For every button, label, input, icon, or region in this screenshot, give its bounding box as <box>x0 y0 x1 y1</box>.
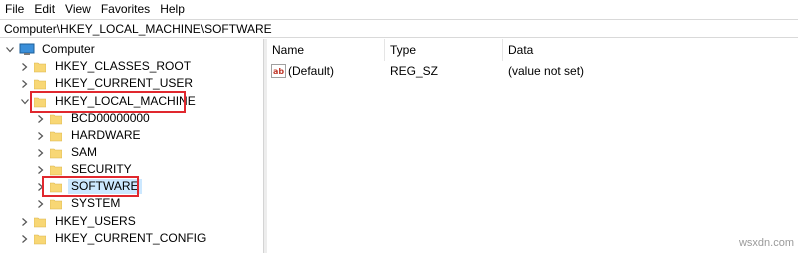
value-type: REG_SZ <box>390 64 439 78</box>
tree-node-system[interactable]: SYSTEM <box>36 195 123 212</box>
tree-node-hkey-classes-root[interactable]: HKEY_CLASSES_ROOT <box>20 58 194 75</box>
folder-icon <box>50 147 62 159</box>
tree-label: HKEY_USERS <box>55 214 136 228</box>
folder-icon <box>34 216 46 228</box>
column-header-name[interactable]: Name <box>267 39 385 61</box>
tree-node-hardware[interactable]: HARDWARE <box>36 127 144 144</box>
menu-favorites[interactable]: Favorites <box>96 0 155 18</box>
chevron-right-icon[interactable] <box>36 144 46 161</box>
chevron-down-icon[interactable] <box>20 93 30 110</box>
folder-icon <box>34 78 46 90</box>
folder-icon <box>50 181 62 193</box>
tree-label: SAM <box>71 145 98 159</box>
tree-node-security[interactable]: SECURITY <box>36 161 135 178</box>
tree-node-hkey-current-config[interactable]: HKEY_CURRENT_CONFIG <box>20 230 209 247</box>
tree-label: BCD00000000 <box>71 111 150 125</box>
tree-label-computer: Computer <box>42 42 95 56</box>
chevron-right-icon[interactable] <box>36 195 46 212</box>
value-row[interactable]: ab (Default) REG_SZ (value not set) <box>267 61 800 81</box>
values-list-pane: Name Type Data ab (Default) REG_SZ (valu… <box>267 39 800 253</box>
tree-node-hkey-users[interactable]: HKEY_USERS <box>20 213 139 230</box>
chevron-right-icon[interactable] <box>20 75 30 92</box>
address-bar[interactable]: Computer\HKEY_LOCAL_MACHINE\SOFTWARE <box>0 19 798 38</box>
tree-node-hkey-current-user[interactable]: HKEY_CURRENT_USER <box>20 75 196 92</box>
tree-pane: Computer HKEY_CLASSES_ROOT HKEY_CURRENT_… <box>0 39 263 253</box>
chevron-right-icon[interactable] <box>36 110 46 127</box>
svg-text:ab: ab <box>273 67 284 76</box>
tree-label: HARDWARE <box>71 128 141 142</box>
chevron-right-icon[interactable] <box>20 58 30 75</box>
menu-view[interactable]: View <box>60 0 96 18</box>
chevron-right-icon[interactable] <box>36 178 46 195</box>
folder-icon <box>50 198 62 210</box>
chevron-right-icon[interactable] <box>36 127 46 144</box>
tree-label: SYSTEM <box>71 196 121 210</box>
tree-node-hkey-local-machine[interactable]: HKEY_LOCAL_MACHINE <box>20 93 199 110</box>
tree-label: HKEY_CLASSES_ROOT <box>55 59 192 73</box>
tree-label: HKEY_CURRENT_CONFIG <box>55 231 207 245</box>
folder-icon <box>34 61 46 73</box>
value-name: (Default) <box>288 64 335 78</box>
column-header-type[interactable]: Type <box>385 39 503 61</box>
value-data: (value not set) <box>508 64 585 78</box>
folder-icon <box>50 164 62 176</box>
tree-node-bcd00000000[interactable]: BCD00000000 <box>36 110 153 127</box>
menu-edit[interactable]: Edit <box>29 0 60 18</box>
menu-bar: File Edit View Favorites Help <box>0 0 800 18</box>
tree-label: HKEY_LOCAL_MACHINE <box>55 94 196 108</box>
tree-label: HKEY_CURRENT_USER <box>55 76 194 90</box>
folder-icon <box>50 113 62 125</box>
string-value-icon: ab <box>271 64 286 84</box>
chevron-right-icon[interactable] <box>36 161 46 178</box>
menu-help[interactable]: Help <box>155 0 190 18</box>
tree-label-selected: SOFTWARE <box>68 179 142 194</box>
folder-open-icon <box>34 96 46 108</box>
tree-label: SECURITY <box>71 162 132 176</box>
folder-icon <box>50 130 62 142</box>
tree-node-software[interactable]: SOFTWARE <box>36 178 142 195</box>
chevron-right-icon[interactable] <box>20 230 30 247</box>
chevron-down-icon[interactable] <box>5 41 15 58</box>
column-header-data[interactable]: Data <box>503 39 800 61</box>
watermark: wsxdn.com <box>738 237 794 249</box>
tree-node-sam[interactable]: SAM <box>36 144 100 161</box>
computer-icon <box>19 43 35 56</box>
chevron-right-icon[interactable] <box>20 213 30 230</box>
folder-icon <box>34 233 46 245</box>
tree-node-computer[interactable]: Computer <box>5 41 98 58</box>
menu-file[interactable]: File <box>0 0 29 18</box>
